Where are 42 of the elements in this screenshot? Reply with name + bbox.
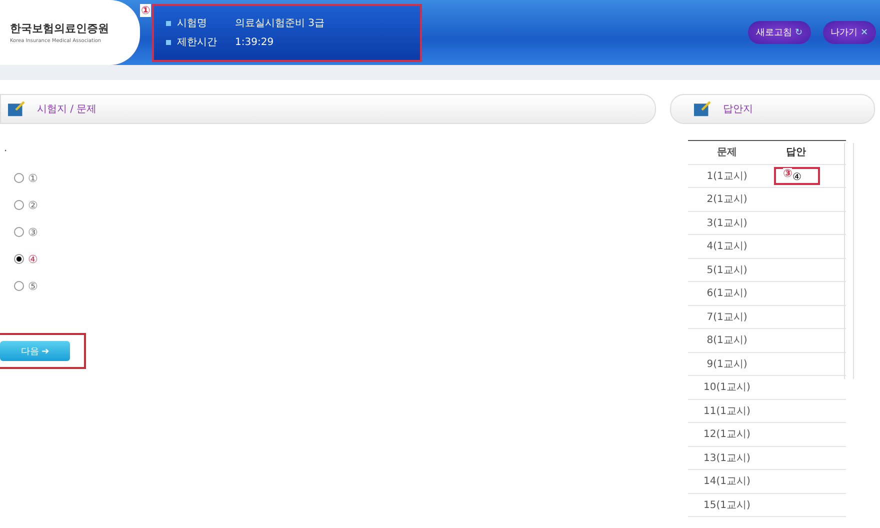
notepad-icon	[7, 101, 25, 117]
column-header: 답안	[785, 146, 807, 160]
table-cell[interactable]: 14(1교시)	[688, 474, 766, 488]
panel-title: 시험지 / 문제	[37, 103, 97, 116]
table-cell[interactable]: 8(1교시)	[688, 333, 766, 348]
notepad-icon	[693, 101, 711, 117]
column-header: 문제	[716, 146, 738, 160]
table-cell[interactable]: 11(1교시)	[688, 404, 766, 418]
question-text: ·	[4, 146, 8, 157]
scrollbar[interactable]	[844, 143, 854, 379]
table-cell[interactable]: 4(1교시)	[688, 239, 766, 254]
table-cell[interactable]: 2(1교시)	[688, 192, 766, 206]
radio-button[interactable]	[14, 200, 24, 210]
exam-name-label: 시험명	[177, 17, 208, 30]
time-limit-value: 1:39:29	[235, 36, 274, 48]
time-limit-label: 제한시간	[177, 36, 218, 49]
table-cell[interactable]: 13(1교시)	[688, 450, 766, 465]
option-label: ②	[28, 198, 38, 212]
radio-button[interactable]	[14, 281, 24, 291]
radio-button[interactable]	[14, 227, 24, 237]
option-label: ④	[28, 252, 38, 266]
table-cell[interactable]: 7(1교시)	[688, 310, 766, 324]
table-cell[interactable]: 1(1교시)	[688, 168, 766, 183]
table-cell[interactable]: 15(1교시)	[688, 498, 766, 512]
logo-title: 한국보험의료인증원	[10, 21, 110, 36]
annotation-number: ①	[140, 4, 152, 16]
header-button[interactable]: 나가기 ✕	[822, 21, 876, 44]
annotation-number: ③	[783, 168, 792, 180]
table-cell[interactable]: 6(1교시)	[688, 286, 766, 300]
radio-button[interactable]	[14, 173, 24, 183]
exam-name-value: 의료실시험준비 3급	[235, 17, 325, 30]
option-label: ③	[28, 226, 38, 238]
panel-title: 답안지	[723, 103, 753, 116]
option-label: ①	[28, 172, 38, 184]
radio-button[interactable]	[14, 254, 24, 264]
table-cell[interactable]: 12(1교시)	[688, 427, 766, 442]
option-label: ⑤	[28, 280, 38, 292]
table-cell[interactable]: 5(1교시)	[688, 262, 766, 277]
table-cell[interactable]: 3(1교시)	[688, 216, 766, 230]
table-cell[interactable]: 10(1교시)	[688, 380, 766, 394]
table-cell[interactable]: 9(1교시)	[688, 356, 766, 371]
header-button[interactable]: 새로고침 ↻	[748, 21, 811, 44]
